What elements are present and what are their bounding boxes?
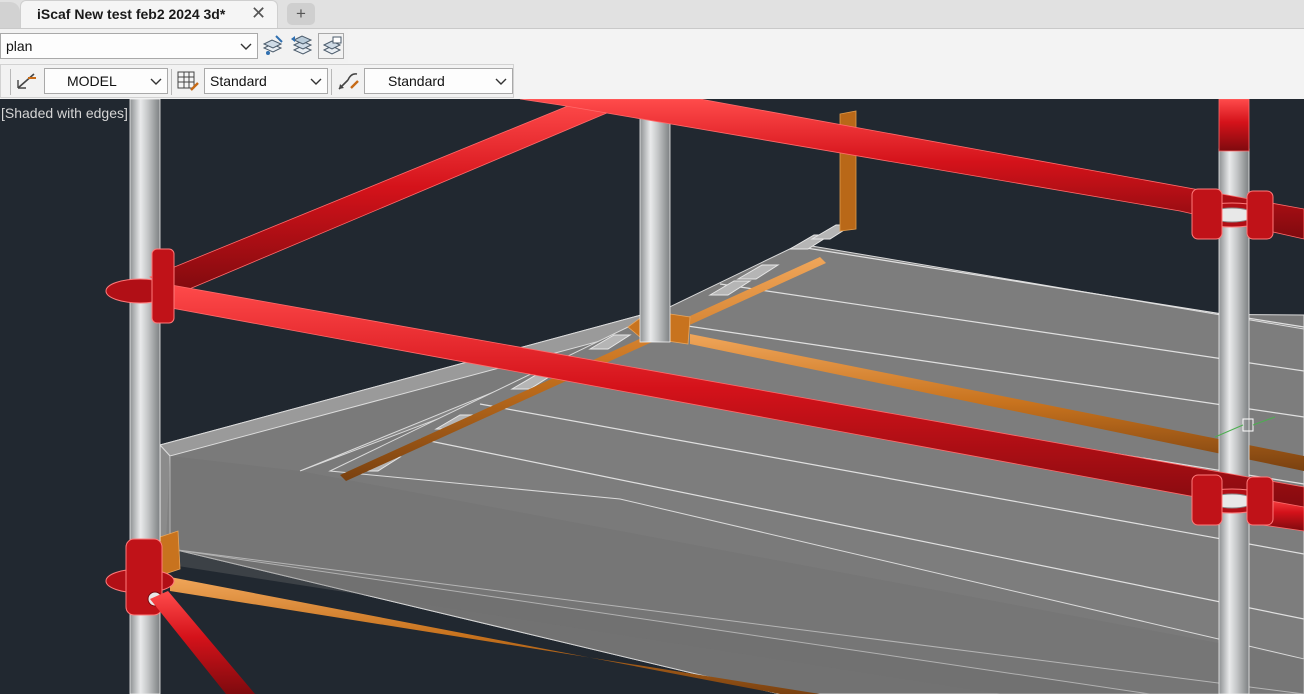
visual-style-control[interactable]: [Shaded with edges] (1, 105, 128, 121)
layer-properties-icon[interactable] (260, 33, 286, 59)
chevron-down-icon (310, 78, 322, 85)
chevron-down-icon (495, 78, 507, 85)
styles-toolbar: MODEL Standard Standard (0, 64, 514, 98)
layer-dropdown[interactable]: plan (0, 33, 258, 59)
document-tab-bar: iScaf New test feb2 2024 3d* ✕ + (0, 0, 1304, 29)
close-icon[interactable]: ✕ (251, 3, 266, 24)
multileader-style-dropdown[interactable]: Standard (364, 68, 513, 94)
layout-dropdown[interactable]: MODEL (44, 68, 168, 94)
plus-icon[interactable]: + (287, 3, 315, 25)
toolbar-separator (331, 69, 332, 95)
layer-state-icon[interactable] (289, 33, 315, 59)
document-tab[interactable]: iScaf New test feb2 2024 3d* ✕ (20, 0, 278, 28)
toolbar-separator (171, 69, 172, 95)
document-tab-title: iScaf New test feb2 2024 3d* (37, 6, 226, 22)
multileader-style-icon[interactable] (335, 68, 361, 94)
chevron-down-icon (240, 43, 252, 50)
layer-previous-icon[interactable] (318, 33, 344, 59)
annotation-scale-icon[interactable] (14, 68, 40, 94)
toolbar-separator (10, 69, 11, 95)
table-style-icon[interactable] (175, 68, 201, 94)
layout-dropdown-value: MODEL (67, 73, 117, 89)
table-style-dropdown[interactable]: Standard (204, 68, 328, 94)
chevron-down-icon (150, 78, 162, 85)
multileader-style-dropdown-value: Standard (388, 73, 445, 89)
previous-tab-stub[interactable] (0, 2, 20, 28)
layers-toolbar: plan (0, 29, 348, 63)
table-style-dropdown-value: Standard (210, 73, 267, 89)
drawing-viewport[interactable]: [Shaded with edges] (0, 99, 1304, 694)
layer-dropdown-value: plan (6, 38, 33, 54)
scaffold-3d-model (105, 99, 1304, 694)
